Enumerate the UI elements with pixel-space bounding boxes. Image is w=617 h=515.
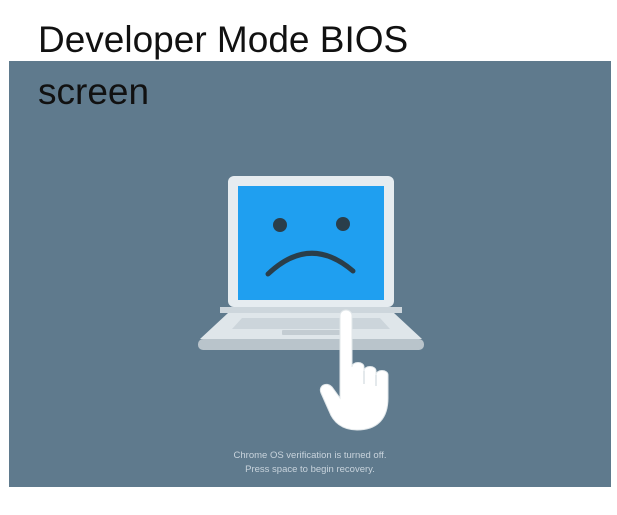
sad-laptop-illustration [198,176,424,431]
right-eye [336,217,350,231]
verification-status-text: Chrome OS verification is turned off. [233,450,387,461]
verification-message: Chrome OS verification is turned off. Pr… [150,449,470,477]
laptop-display [238,186,384,300]
recovery-instruction-text: Press space to begin recovery. [245,464,375,475]
sad-laptop-icon [198,176,424,350]
left-eye [273,218,287,232]
slide-title: Developer Mode BIOS screen [38,19,409,112]
